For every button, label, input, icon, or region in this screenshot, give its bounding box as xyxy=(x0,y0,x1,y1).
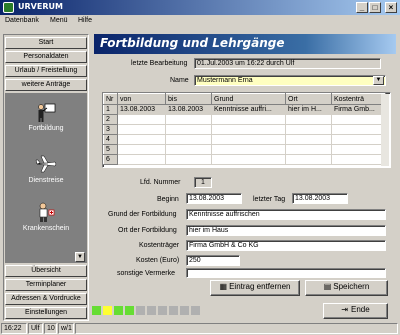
table-header: Nr von bis Grund Ort Kostenträ xyxy=(103,93,386,105)
save-icon: ▤ xyxy=(323,282,332,291)
nav-weitere-antraege[interactable]: weitere Anträge xyxy=(5,79,87,91)
left-navigation: Start Personaldaten Urlaub / Freistellun… xyxy=(3,34,89,321)
kosten-label: Kosten (Euro) xyxy=(136,257,180,264)
sick-person-icon xyxy=(39,202,55,222)
status-indicator xyxy=(92,306,242,316)
status-message xyxy=(75,323,398,334)
nav-item-dienstreise[interactable]: Dienstreise xyxy=(5,153,87,184)
table-row[interactable]: 1 13.08.2003 13.08.2003 Kenntnisse auffr… xyxy=(103,104,386,115)
beginn-label: Beginn xyxy=(157,196,179,203)
table-row[interactable]: 4 xyxy=(103,134,386,145)
led xyxy=(180,306,189,315)
kostentraeger-label: Kostenträger xyxy=(139,242,180,249)
end-button[interactable]: ⇥ Ende xyxy=(323,303,388,319)
beginn-field[interactable]: 13.08.2003 xyxy=(186,193,242,204)
fortbildung-table[interactable]: Nr von bis Grund Ort Kostenträ 1 13.08.2… xyxy=(102,92,391,168)
menu-bar: Datenbank Menü Hilfe xyxy=(0,15,400,28)
led xyxy=(147,306,156,315)
led xyxy=(158,306,167,315)
name-select[interactable]: Mustermann Erna xyxy=(194,75,386,86)
led xyxy=(125,306,134,315)
col-ort[interactable]: Ort xyxy=(285,93,332,105)
exit-icon: ⇥ xyxy=(341,305,348,314)
nav-personaldaten[interactable]: Personaldaten xyxy=(5,51,87,63)
led xyxy=(114,306,123,315)
teacher-icon xyxy=(38,103,56,122)
ort-label: Ort der Fortbildung xyxy=(118,227,177,234)
nav-start[interactable]: Start xyxy=(5,37,87,49)
window-title: URVERUM xyxy=(18,2,63,11)
nav-item-fortbildung[interactable]: Fortbildung xyxy=(5,101,87,132)
vermerke-label: sonstige Vermerke xyxy=(117,270,175,277)
name-label: Name xyxy=(170,77,189,84)
status-week: w/1 xyxy=(58,323,74,334)
col-nr[interactable]: Nr xyxy=(103,93,118,105)
minimize-button[interactable]: _ xyxy=(356,2,368,13)
grund-label: Grund der Fortbildung xyxy=(108,211,177,218)
status-time: 16:22 xyxy=(1,323,27,334)
status-bar: 16:22 Ulf 10 w/1 xyxy=(0,322,400,335)
remove-entry-button[interactable]: ▦ Eintrag entfernen xyxy=(210,280,300,296)
letzter-tag-field[interactable]: 13.08.2003 xyxy=(292,193,348,204)
led xyxy=(92,306,101,315)
nav-item-dienstreise-label: Dienstreise xyxy=(28,177,64,184)
nav-item-krankenschein[interactable]: Krankenschein xyxy=(5,201,87,232)
nav-panel: Fortbildung Dienstreise Krankenschein ▼ xyxy=(5,93,87,263)
menu-hilfe[interactable]: Hilfe xyxy=(78,17,92,24)
grund-field[interactable]: Kenntnisse auffrischen xyxy=(186,209,386,220)
app-icon xyxy=(3,2,14,13)
chevron-down-icon[interactable]: ▼ xyxy=(373,76,384,85)
save-button[interactable]: ▤ Speichern xyxy=(305,280,388,296)
table-remove-icon: ▦ xyxy=(219,282,228,291)
lfd-nummer-field: 1 xyxy=(194,177,212,188)
page-title: Fortbildung und Lehrgänge xyxy=(100,36,285,50)
lfd-nummer-label: Lfd. Nummer xyxy=(140,179,181,186)
table-row[interactable]: 3 xyxy=(103,124,386,135)
last-edit-field: 01.Jul.2003 um 16:22 durch Ulf xyxy=(194,58,381,69)
table-row[interactable]: 6 xyxy=(103,154,386,165)
close-button[interactable]: × xyxy=(385,2,397,13)
status-user: Ulf xyxy=(28,323,43,334)
led xyxy=(136,306,145,315)
table-scrollbar[interactable] xyxy=(381,94,389,166)
maximize-button[interactable]: □ xyxy=(369,2,381,13)
nav-einstellungen[interactable]: Einstellungen xyxy=(5,307,87,319)
kostentraeger-field[interactable]: Firma GmbH & Co KG xyxy=(186,240,386,251)
ort-field[interactable]: hier im Haus xyxy=(186,225,386,236)
nav-item-fortbildung-label: Fortbildung xyxy=(28,125,64,132)
nav-urlaub-freistellung[interactable]: Urlaub / Freistellung xyxy=(5,65,87,77)
led xyxy=(103,306,112,315)
menu-menue[interactable]: Menü xyxy=(50,17,68,24)
chevron-down-icon[interactable]: ▼ xyxy=(75,252,85,262)
letzter-tag-label: letzter Tag xyxy=(253,196,286,203)
table-row[interactable]: 5 xyxy=(103,144,386,155)
nav-adressen-vordrucke[interactable]: Adressen & Vordrucke xyxy=(5,293,87,305)
nav-item-krankenschein-label: Krankenschein xyxy=(22,225,70,232)
col-von[interactable]: von xyxy=(117,93,166,105)
table-row[interactable]: 2 xyxy=(103,114,386,125)
airplane-icon xyxy=(35,155,57,173)
vermerke-field[interactable] xyxy=(186,268,386,278)
nav-terminplaner[interactable]: Terminplaner xyxy=(5,279,87,291)
last-edit-label: letzte Bearbeitung xyxy=(131,60,188,67)
col-bis[interactable]: bis xyxy=(165,93,212,105)
col-grund[interactable]: Grund xyxy=(211,93,286,105)
nav-uebersicht[interactable]: Übersicht xyxy=(5,265,87,277)
menu-datenbank[interactable]: Datenbank xyxy=(5,17,39,24)
status-num: 10 xyxy=(44,323,57,334)
led xyxy=(169,306,178,315)
led xyxy=(191,306,200,315)
kosten-field[interactable]: 250 xyxy=(186,255,240,266)
title-bar: URVERUM _ □ × xyxy=(0,0,400,15)
col-kostentraeger[interactable]: Kostenträ xyxy=(331,93,386,105)
